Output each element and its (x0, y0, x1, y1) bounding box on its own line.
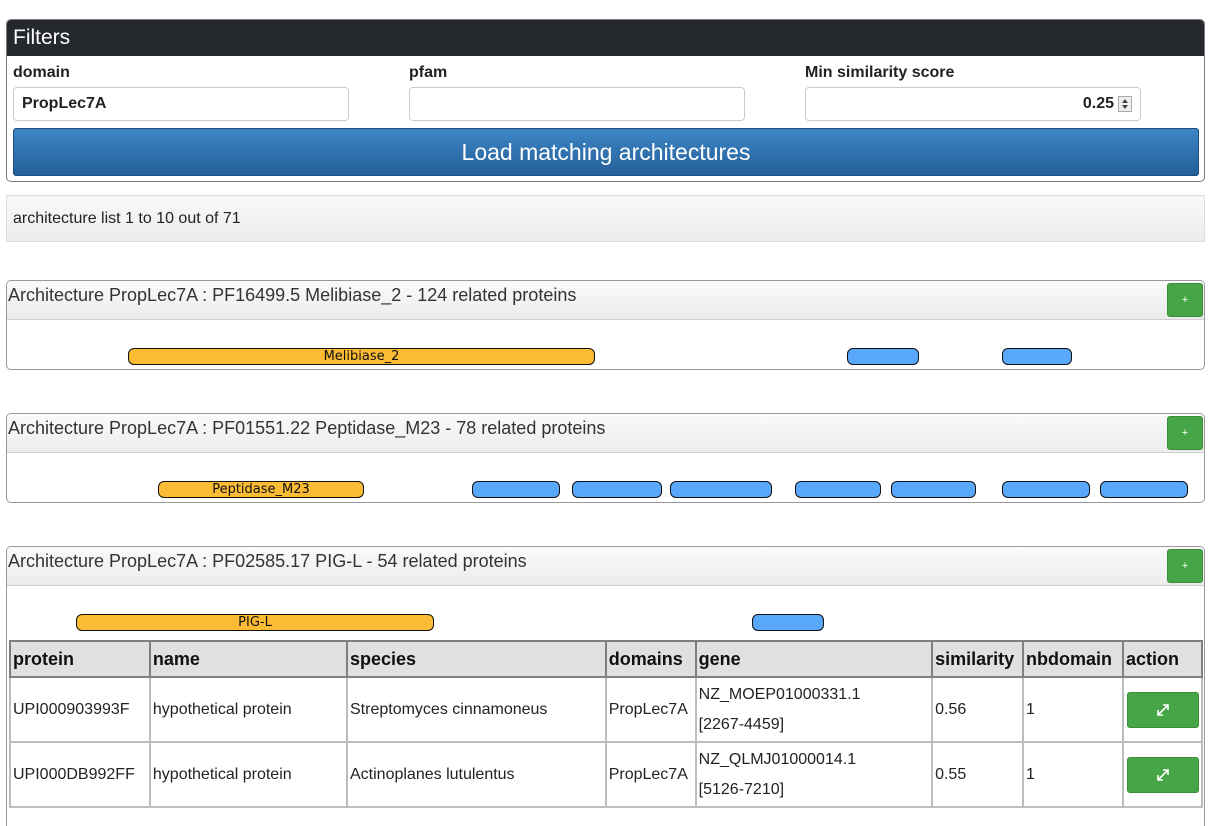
species-cell: Streptomyces cinnamoneus (346, 676, 607, 743)
protein-name-cell: hypothetical protein (148, 741, 349, 808)
column-header-similarity[interactable]: similarity (931, 640, 1025, 678)
domain-block[interactable] (795, 481, 881, 498)
number-spinner-icon[interactable] (1118, 96, 1132, 112)
min-similarity-input[interactable]: 0.25 (805, 87, 1141, 121)
domain-block[interactable] (847, 348, 919, 365)
architecture-title-1: Architecture PropLec7A : PF16499.5 Melib… (8, 285, 577, 305)
domains-cell: PropLec7A (604, 741, 697, 808)
gene-range: [2267-4459] (698, 715, 785, 733)
expand-architecture-button-1[interactable]: + (1167, 283, 1203, 317)
pfam-label: pfam (409, 64, 448, 81)
expand-row-button[interactable] (1126, 691, 1199, 728)
domain-block[interactable] (1002, 481, 1090, 498)
domain-block[interactable] (572, 481, 662, 498)
protein-name-cell: hypothetical protein (148, 676, 349, 743)
gene-id: NZ_QLMJ01000014.1 (698, 750, 857, 768)
gene-cell: NZ_MOEP01000331.1 [2267-4459] (694, 676, 934, 743)
nbdomain-cell: 1 (1022, 741, 1124, 808)
nbdomain-cell: 1 (1022, 676, 1124, 743)
column-header-protein[interactable]: protein (9, 640, 151, 678)
species-cell: Actinoplanes lutulentus (346, 741, 607, 808)
architecture-title-2: Architecture PropLec7A : PF01551.22 Pept… (8, 418, 606, 438)
column-header-action: action (1121, 640, 1204, 678)
domain-block-main[interactable]: PIG-L (76, 614, 434, 631)
expand-architecture-button-3[interactable]: + (1167, 549, 1203, 583)
table-row: UPI000DB992FF hypothetical protein Actin… (9, 741, 1204, 808)
column-header-species[interactable]: species (346, 640, 607, 678)
related-proteins-table: protein name species domains gene simila… (9, 640, 1204, 808)
architecture-pager: architecture list 1 to 10 out of 71 (6, 195, 1205, 242)
protein-id-cell: UPI000903993F (9, 676, 151, 743)
filters-panel: Filters domain PropLec7A pfam Min simila… (6, 19, 1205, 182)
domains-cell: PropLec7A (604, 676, 697, 743)
architecture-panel-1: Architecture PropLec7A : PF16499.5 Melib… (6, 280, 1205, 370)
domain-block[interactable] (670, 481, 772, 498)
table-header-row: protein name species domains gene simila… (9, 640, 1204, 678)
architecture-title-3: Architecture PropLec7A : PF02585.17 PIG-… (8, 551, 527, 571)
architecture-header-3: Architecture PropLec7A : PF02585.17 PIG-… (7, 547, 1204, 586)
architecture-header-1: Architecture PropLec7A : PF16499.5 Melib… (7, 281, 1204, 320)
gene-cell: NZ_QLMJ01000014.1 [5126-7210] (694, 741, 934, 808)
spinner-up-icon[interactable] (1122, 99, 1128, 103)
expand-row-button[interactable] (1126, 756, 1199, 793)
gene-id: NZ_MOEP01000331.1 (698, 685, 861, 703)
protein-id-cell: UPI000DB992FF (9, 741, 151, 808)
column-header-nbdomain[interactable]: nbdomain (1022, 640, 1124, 678)
domain-input[interactable]: PropLec7A (13, 87, 349, 121)
column-header-name[interactable]: name (148, 640, 349, 678)
pfam-input[interactable] (409, 87, 745, 121)
domain-track-3: PIG-L (7, 586, 1204, 638)
domain-block[interactable] (1002, 348, 1072, 365)
similarity-cell: 0.56 (931, 676, 1025, 743)
domain-track-1: Melibiase_2 (7, 320, 1204, 369)
domain-block[interactable] (472, 481, 560, 498)
load-architectures-button[interactable]: Load matching architectures (13, 128, 1199, 176)
domain-block-main[interactable]: Peptidase_M23 (158, 481, 364, 498)
column-header-gene[interactable]: gene (694, 640, 934, 678)
spinner-down-icon[interactable] (1122, 105, 1128, 109)
action-cell (1121, 741, 1204, 808)
domain-block[interactable] (1100, 481, 1188, 498)
architecture-header-2: Architecture PropLec7A : PF01551.22 Pept… (7, 414, 1204, 453)
table-row: UPI000903993F hypothetical protein Strep… (9, 676, 1204, 743)
min-similarity-value: 0.25 (1082, 95, 1114, 112)
domain-track-2: Peptidase_M23 (7, 453, 1204, 502)
expand-icon (1157, 704, 1169, 716)
architecture-panel-3: Architecture PropLec7A : PF02585.17 PIG-… (6, 546, 1205, 826)
expand-architecture-button-2[interactable]: + (1167, 416, 1203, 450)
action-cell (1121, 676, 1204, 743)
similarity-cell: 0.55 (931, 741, 1025, 808)
expand-icon (1157, 769, 1169, 781)
domain-block-main[interactable]: Melibiase_2 (128, 348, 595, 365)
domain-block[interactable] (752, 614, 824, 631)
column-header-domains[interactable]: domains (604, 640, 697, 678)
min-similarity-label: Min similarity score (805, 64, 955, 81)
architecture-panel-2: Architecture PropLec7A : PF01551.22 Pept… (6, 413, 1205, 503)
domain-block[interactable] (891, 481, 976, 498)
domain-label: domain (13, 64, 70, 81)
filters-header: Filters (7, 20, 1204, 56)
gene-range: [5126-7210] (698, 780, 785, 798)
